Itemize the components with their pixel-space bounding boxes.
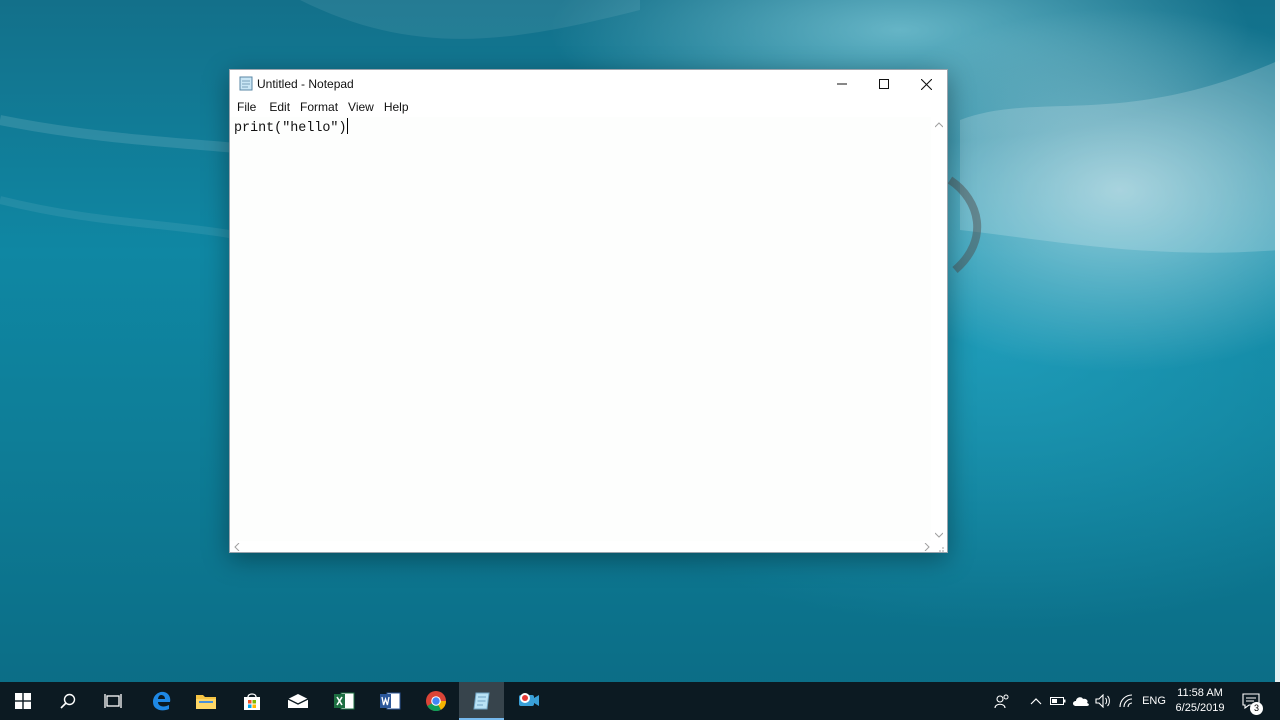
notepad-icon xyxy=(239,76,253,91)
search-icon xyxy=(59,693,75,709)
action-center-button[interactable] xyxy=(1236,682,1266,720)
clock-time: 11:58 AM xyxy=(1177,687,1223,699)
chevron-up-icon xyxy=(1030,698,1042,705)
start-button[interactable] xyxy=(0,682,45,720)
task-view-icon xyxy=(103,694,122,708)
network-button[interactable] xyxy=(1117,682,1137,720)
language-indicator: ENG xyxy=(1142,695,1166,707)
menu-file[interactable]: File xyxy=(232,98,261,117)
word-button[interactable] xyxy=(367,682,412,720)
notification-count-badge: 3 xyxy=(1250,702,1263,715)
speaker-icon xyxy=(1095,694,1110,708)
notepad-taskbar-button[interactable] xyxy=(459,682,504,720)
maximize-button[interactable] xyxy=(862,70,905,98)
vertical-scrollbar[interactable] xyxy=(931,117,947,543)
store-button[interactable] xyxy=(229,682,274,720)
menu-edit[interactable]: Edit xyxy=(261,98,295,117)
task-view-button[interactable] xyxy=(90,682,135,720)
screen-recorder-button[interactable] xyxy=(505,682,550,720)
notepad-window: Untitled - Notepad File Edit Format View… xyxy=(229,69,948,553)
menu-help[interactable]: Help xyxy=(379,98,414,117)
people-icon xyxy=(994,694,1009,709)
windows-logo-icon xyxy=(14,693,31,709)
window-title: Untitled - Notepad xyxy=(257,77,354,91)
cloud-icon xyxy=(1073,697,1089,706)
scroll-left-icon[interactable] xyxy=(234,543,240,551)
mail-icon xyxy=(287,694,308,708)
title-bar[interactable]: Untitled - Notepad xyxy=(230,70,947,98)
search-button[interactable] xyxy=(45,682,90,720)
excel-button[interactable] xyxy=(321,682,366,720)
minimize-icon xyxy=(836,83,847,85)
excel-icon xyxy=(333,692,354,710)
editor-content: print("hello") xyxy=(234,118,348,136)
store-icon xyxy=(243,693,260,710)
chrome-button[interactable] xyxy=(413,682,458,720)
edge-icon xyxy=(152,691,170,711)
scroll-up-icon[interactable] xyxy=(935,122,943,128)
close-button[interactable] xyxy=(905,70,948,98)
battery-icon xyxy=(1050,697,1066,705)
show-hidden-icons-button[interactable] xyxy=(1026,682,1046,720)
taskbar: ENG 11:58 AM 6/25/2019 3 xyxy=(0,682,1280,720)
resize-grip-icon xyxy=(939,547,944,552)
language-button[interactable]: ENG xyxy=(1140,682,1168,720)
menu-format[interactable]: Format xyxy=(295,98,343,117)
editor-text-line: print("hello") xyxy=(234,121,347,136)
volume-button[interactable] xyxy=(1093,682,1113,720)
notepad-icon xyxy=(472,692,490,710)
folder-icon xyxy=(195,695,216,709)
horizontal-scrollbar[interactable] xyxy=(230,541,933,552)
resize-grip[interactable] xyxy=(931,541,947,552)
menu-bar: File Edit Format View Help xyxy=(230,98,947,117)
chrome-icon xyxy=(425,691,446,712)
clock-date: 6/25/2019 xyxy=(1175,702,1225,714)
battery-button[interactable] xyxy=(1048,682,1068,720)
file-explorer-button[interactable] xyxy=(183,682,228,720)
close-icon xyxy=(921,78,932,90)
mail-button[interactable] xyxy=(275,682,320,720)
edge-taskbar-button[interactable] xyxy=(138,682,183,720)
scroll-right-icon[interactable] xyxy=(924,543,930,551)
text-caret xyxy=(346,118,348,134)
people-button[interactable] xyxy=(990,682,1014,720)
word-icon xyxy=(379,692,400,710)
onedrive-button[interactable] xyxy=(1070,682,1092,720)
text-editor[interactable]: print("hello") xyxy=(230,117,933,543)
screen-recorder-icon xyxy=(518,693,539,706)
clock[interactable]: 11:58 AM 6/25/2019 xyxy=(1172,686,1228,716)
wifi-icon xyxy=(1119,694,1133,708)
menu-view[interactable]: View xyxy=(343,98,379,117)
scroll-down-icon[interactable] xyxy=(935,532,943,538)
minimize-button[interactable] xyxy=(820,70,863,98)
maximize-icon xyxy=(878,79,889,89)
second-screen-edge xyxy=(1275,0,1280,682)
